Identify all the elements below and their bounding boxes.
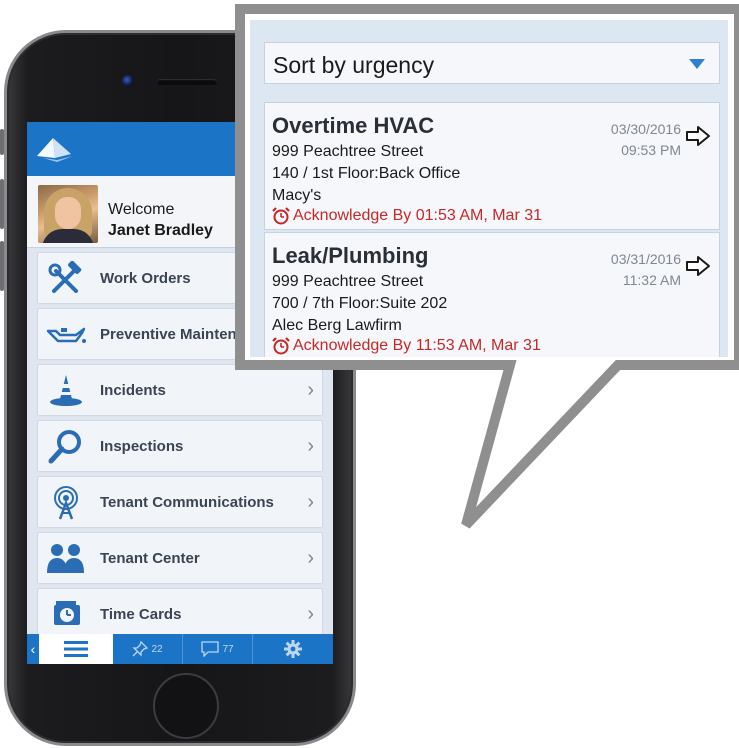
sort-dropdown[interactable]: Sort by urgency [264, 42, 720, 84]
work-order-date: 03/31/2016 [610, 251, 681, 267]
work-order-timestamp: 03/31/2016 11:32 AM [611, 249, 681, 291]
work-order-time: 09:53 PM [621, 142, 681, 158]
work-order-popup: Sort by urgency Overtime HVAC 999 Peacht… [250, 20, 728, 357]
alarm-clock-icon [272, 207, 290, 225]
work-order-location: 700 / 7th Floor:Suite 202 [272, 295, 448, 312]
arrow-right-icon[interactable] [685, 255, 711, 277]
dropdown-arrow-icon [689, 59, 705, 69]
work-order-date: 03/30/2016 [610, 121, 681, 137]
sort-label: Sort by urgency [273, 52, 435, 78]
work-order-title: Overtime HVAC [272, 113, 435, 138]
acknowledge-text: Acknowledge By 01:53 AM, Mar 31 [293, 207, 543, 224]
work-order-card[interactable]: Overtime HVAC 999 Peachtree Street 140 /… [264, 102, 720, 230]
work-order-tenant: Macy's [272, 187, 322, 204]
acknowledge-deadline: Acknowledge By 01:53 AM, Mar 31 [272, 207, 542, 225]
work-order-timestamp: 03/30/2016 09:53 PM [611, 119, 681, 161]
alarm-clock-icon [272, 337, 290, 355]
work-order-address: 999 Peachtree Street [272, 273, 424, 290]
work-order-tenant: Alec Berg Lawfirm [272, 317, 402, 334]
work-order-title: Leak/Plumbing [272, 243, 429, 268]
acknowledge-deadline: Acknowledge By 11:53 AM, Mar 31 [272, 337, 541, 355]
work-order-card[interactable]: Leak/Plumbing 999 Peachtree Street 700 /… [264, 232, 720, 357]
work-order-location: 140 / 1st Floor:Back Office [272, 165, 461, 182]
work-order-address: 999 Peachtree Street [272, 143, 424, 160]
work-order-time: 11:32 AM [622, 272, 681, 288]
acknowledge-text: Acknowledge By 11:53 AM, Mar 31 [293, 337, 541, 354]
arrow-right-icon[interactable] [685, 125, 711, 147]
